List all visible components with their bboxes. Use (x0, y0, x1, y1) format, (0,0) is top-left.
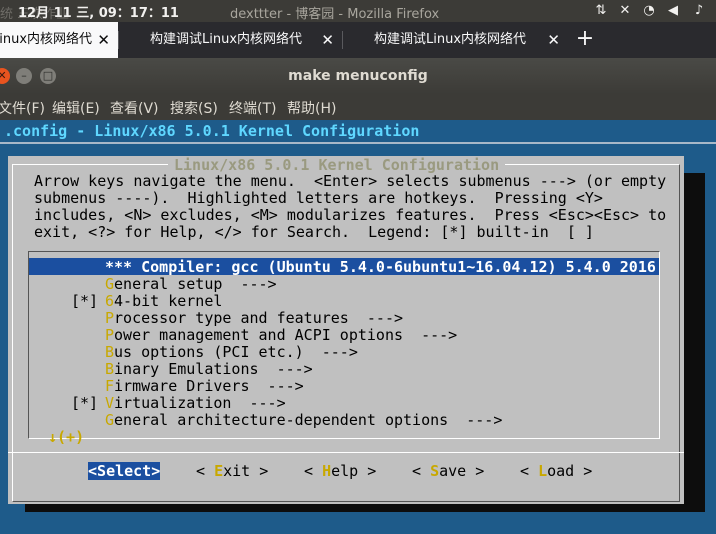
exit-button[interactable]: < Exit > (196, 462, 268, 480)
select-button[interactable]: <Select> (88, 462, 161, 480)
menu-item-compiler[interactable]: *** Compiler: gcc (Ubuntu 5.4.0-6ubuntu1… (29, 258, 659, 276)
menu-item-virtualization[interactable]: [*] Virtualization ---> (29, 394, 659, 412)
browser-tab-strip: Linux内核网络代 ✕ 构建调试Linux内核网络代 ✕ 构建调试Linux内… (0, 22, 716, 58)
volume-icon-secondary[interactable]: ♪ (690, 1, 708, 21)
help-text-line: exit, <?> for Help, </> for Search. Lege… (34, 223, 594, 241)
config-header: .config - Linux/x86 5.0.1 Kernel Configu… (4, 122, 420, 140)
firefox-window-title: dexttter - 博客园 - Mozilla Firefox (230, 7, 440, 22)
terminal-menubar: 文件(F) 编辑(E) 查看(V) 搜索(S) 终端(T) 帮助(H) (0, 94, 716, 120)
menu-list: *** Compiler: gcc (Ubuntu 5.4.0-6ubuntu1… (28, 251, 660, 439)
menuconfig-dialog: Linux/x86 5.0.1 Kernel Configuration Arr… (8, 156, 684, 504)
volume-icon[interactable]: ◀ (664, 1, 682, 21)
load-button[interactable]: < Load > (520, 462, 592, 480)
menu-item-general-setup[interactable]: General setup ---> (29, 275, 659, 293)
menu-edit[interactable]: 编辑(E) (52, 98, 100, 118)
terminal-screen[interactable]: .config - Linux/x86 5.0.1 Kernel Configu… (0, 120, 716, 534)
menu-terminal[interactable]: 终端(T) (229, 98, 276, 118)
save-button[interactable]: < Save > (412, 462, 484, 480)
menu-item-64bit-kernel[interactable]: [*] 64-bit kernel (29, 292, 659, 310)
help-text-line: submenus ----). Highlighted letters are … (34, 189, 603, 207)
close-icon[interactable]: ✕ (547, 22, 560, 58)
window-title: make menuconfig (288, 68, 428, 84)
clock[interactable]: 12月 11 三, 09：17：11 (18, 2, 179, 21)
tab-label: 构建调试Linux内核网络代 (150, 32, 303, 47)
checkbox-built-in: [*] (71, 394, 99, 412)
close-icon[interactable]: ✕ (321, 22, 334, 58)
menu-help[interactable]: 帮助(H) (287, 98, 336, 118)
wifi-icon[interactable]: ◔ (640, 1, 658, 21)
help-text-line: includes, <N> excludes, <M> modularizes … (34, 206, 667, 224)
tab-label: 构建调试Linux内核网络代 (374, 32, 527, 47)
menu-file[interactable]: 文件(F) (0, 98, 45, 118)
checkbox-built-in: [*] (71, 292, 99, 310)
menu-view[interactable]: 查看(V) (110, 98, 159, 118)
menu-search[interactable]: 搜索(S) (170, 98, 218, 118)
scroll-more-indicator: ↓(+) (48, 428, 85, 446)
browser-tab-3[interactable]: 构建调试Linux内核网络代 ✕ (342, 22, 568, 58)
terminal-title-bar[interactable]: ✕ – □ make menuconfig (0, 58, 716, 94)
menu-item-firmware-drivers[interactable]: Firmware Drivers ---> (29, 377, 659, 395)
menu-item-bus-options[interactable]: Bus options (PCI etc.) ---> (29, 343, 659, 361)
close-icon[interactable]: ✕ (97, 22, 110, 58)
browser-tab-2[interactable]: 构建调试Linux内核网络代 ✕ (118, 22, 342, 58)
audio-icon[interactable]: ⇅ (592, 1, 610, 21)
browser-tab-1[interactable]: Linux内核网络代 ✕ (0, 22, 118, 58)
system-top-panel: 统 三次作业 dexttter - 博客园 - Mozilla Firefox … (0, 0, 716, 22)
menu-item-binary-emulations[interactable]: Binary Emulations ---> (29, 360, 659, 378)
tab-label: Linux内核网络代 (0, 32, 93, 47)
keyboard-icon[interactable]: ✕ (616, 1, 634, 21)
help-text-line: Arrow keys navigate the menu. <Enter> se… (34, 172, 667, 190)
menu-item-arch-dependent[interactable]: General architecture-dependent options -… (29, 411, 659, 429)
new-tab-button[interactable]: + (572, 22, 598, 58)
menu-item-processor[interactable]: Processor type and features ---> (29, 309, 659, 327)
help-button[interactable]: < Help > (304, 462, 376, 480)
menu-item-power-management[interactable]: Power management and ACPI options ---> (29, 326, 659, 344)
